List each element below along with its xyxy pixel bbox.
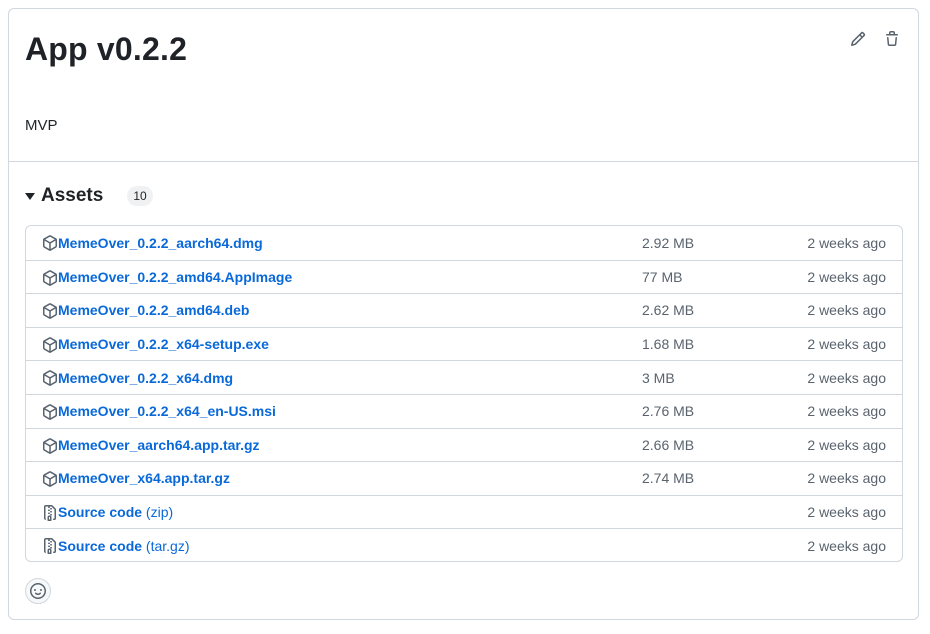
asset-date: 2 weeks ago xyxy=(807,302,886,319)
asset-date: 2 weeks ago xyxy=(807,537,886,554)
asset-format: (zip) xyxy=(142,504,174,521)
asset-date: 2 weeks ago xyxy=(807,234,886,251)
asset-size: 2.76 MB xyxy=(642,403,695,420)
asset-date: 2 weeks ago xyxy=(807,504,886,521)
asset-row: MemeOver_aarch64.app.tar.gz 2.66 MB 2 week… xyxy=(26,427,902,462)
asset-size: 2.74 MB xyxy=(642,470,695,487)
asset-name: MemeOver_0.2.2_amd64.deb xyxy=(58,302,250,319)
asset-download-link[interactable]: MemeOver_0.2.2_aarch64.dmg xyxy=(58,235,263,251)
asset-download-link[interactable]: MemeOver_x64.app.tar.gz xyxy=(58,470,230,486)
asset-date: 2 weeks ago xyxy=(807,403,886,420)
asset-name: MemeOver_0.2.2_aarch64.dmg xyxy=(58,234,263,251)
assets-title: Assets xyxy=(41,185,104,206)
asset-name: MemeOver_0.2.2_x64.dmg xyxy=(58,369,234,386)
asset-download-link[interactable]: MemeOver_0.2.2_amd64.deb xyxy=(58,302,249,318)
package-icon xyxy=(42,336,58,353)
release-title[interactable]: App v0.2.2 xyxy=(25,31,187,68)
assets-toggle[interactable]: Assets 10 xyxy=(25,185,153,207)
asset-size: 2.66 MB xyxy=(642,436,695,453)
trash-icon[interactable] xyxy=(882,29,902,49)
asset-name: Source code xyxy=(58,537,143,554)
asset-date: 2 weeks ago xyxy=(807,336,886,353)
smiley-icon xyxy=(30,583,46,599)
asset-name: MemeOver_x64.app.tar.gz xyxy=(58,470,230,487)
file-zip-icon xyxy=(42,504,58,521)
asset-name: MemeOver_0.2.2_x64_en-US.msi xyxy=(58,403,276,420)
asset-size: 3 MB xyxy=(642,369,675,386)
asset-size: 2.92 MB xyxy=(642,234,695,251)
section-divider xyxy=(9,161,918,162)
asset-name: MemeOver_aarch64.app.tar.gz xyxy=(58,436,260,453)
release-actions xyxy=(848,29,902,49)
asset-row: MemeOver_x64.app.tar.gz 2.74 MB 2 weeks ag… xyxy=(26,461,902,495)
asset-row: Source code (zip) 2 weeks ago xyxy=(26,494,902,529)
asset-row: Source code (tar.gz) 2 weeks ago xyxy=(26,528,902,561)
package-icon xyxy=(42,404,58,420)
asset-date: 2 weeks ago xyxy=(807,268,886,285)
asset-format: (tar.gz) xyxy=(142,537,190,554)
package-icon xyxy=(42,471,58,488)
asset-download-link[interactable]: Source code (zip) xyxy=(58,504,173,520)
asset-size: 77 MB xyxy=(642,268,683,285)
asset-row: MemeOver_0.2.2_aarch64.dmg 2.92 MB 2 weeks… xyxy=(26,226,902,260)
file-zip-icon xyxy=(42,538,58,555)
asset-download-link[interactable]: Source code (tar.gz) xyxy=(58,538,190,554)
asset-date: 2 weeks ago xyxy=(807,436,886,453)
caret-down-icon xyxy=(25,191,35,201)
add-reaction-button[interactable] xyxy=(25,578,51,604)
asset-date: 2 weeks ago xyxy=(807,470,886,487)
asset-download-link[interactable]: MemeOver_aarch64.app.tar.gz xyxy=(58,437,260,453)
asset-download-link[interactable]: MemeOver_0.2.2_x64_en-US.msi xyxy=(58,403,276,419)
package-icon xyxy=(42,235,58,251)
asset-row: MemeOver_0.2.2_x64_en-US.msi 2.76 MB 2 wee… xyxy=(26,393,902,428)
package-icon xyxy=(42,370,58,387)
pencil-icon[interactable] xyxy=(848,29,868,49)
release-description: MVP xyxy=(25,117,58,134)
release-card: App v0.2.2 MVP Assets 10 MemeOver_0.2.2_… xyxy=(8,8,919,620)
asset-name: MemeOver_0.2.2_amd64.AppImage xyxy=(58,268,293,285)
asset-download-link[interactable]: MemeOver_0.2.2_amd64.AppImage xyxy=(58,269,292,285)
asset-size: 2.62 MB xyxy=(642,302,695,319)
asset-row: MemeOver_0.2.2_x64-setup.exe 1.68 MB 2 wee… xyxy=(26,326,902,361)
asset-name: MemeOver_0.2.2_x64-setup.exe xyxy=(58,336,269,353)
asset-row: MemeOver_0.2.2_amd64.AppImage 77 MB 2 week… xyxy=(26,259,902,294)
package-icon xyxy=(42,269,58,286)
assets-count-badge: 10 xyxy=(127,186,153,206)
package-icon xyxy=(42,303,58,320)
asset-name: Source code xyxy=(58,504,143,521)
asset-list: MemeOver_0.2.2_aarch64.dmg 2.92 MB 2 weeks… xyxy=(25,225,903,562)
asset-row: MemeOver_0.2.2_x64.dmg 3 MB 2 weeks ago xyxy=(26,360,902,394)
asset-download-link[interactable]: MemeOver_0.2.2_x64-setup.exe xyxy=(58,336,269,352)
package-icon xyxy=(42,437,58,454)
asset-row: MemeOver_0.2.2_amd64.deb 2.62 MB 2 weeks a… xyxy=(26,293,902,327)
asset-date: 2 weeks ago xyxy=(807,369,886,386)
asset-size: 1.68 MB xyxy=(642,336,695,353)
asset-download-link[interactable]: MemeOver_0.2.2_x64.dmg xyxy=(58,370,233,386)
